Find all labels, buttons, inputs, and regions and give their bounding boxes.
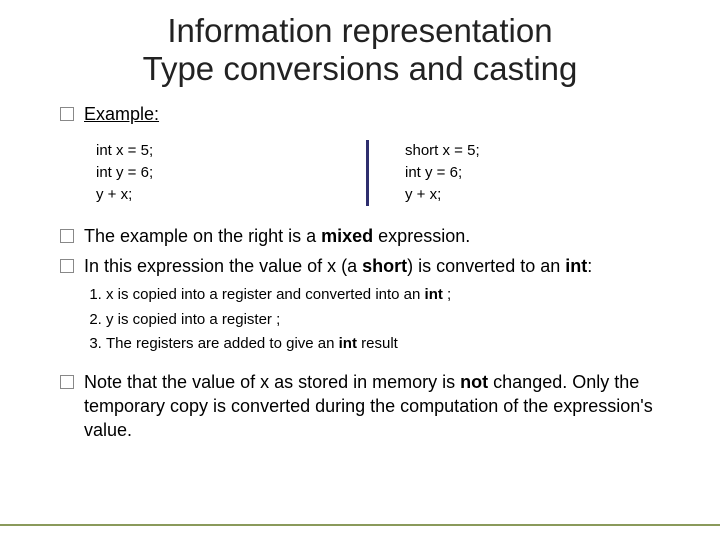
bold-int: int [565,256,587,276]
bullet-box-icon [60,259,74,273]
bullet-box-icon [60,229,74,243]
text: ; [443,286,451,303]
code-columns: int x = 5; int y = 6; y + x; short x = 5… [60,140,690,205]
mixed-expression-text: The example on the right is a mixed expr… [84,224,690,248]
step-3: The registers are added to give an int r… [106,333,690,356]
text: ) is converted to an [407,256,565,276]
bullet-mixed: The example on the right is a mixed expr… [60,224,690,248]
steps-list: x is copied into a register and converte… [60,284,690,356]
step-1: x is copied into a register and converte… [106,284,690,307]
slide: Information representation Type conversi… [0,0,720,540]
converted-text: In this expression the value of x (a sho… [84,254,690,278]
text: x is copied into a register and converte… [106,286,425,303]
bold-short: short [362,256,407,276]
bullet-box-icon [60,375,74,389]
code-right-line-2: int y = 6; [405,162,665,184]
code-right-line-3: y + x; [405,184,665,206]
bullet-converted: In this expression the value of x (a sho… [60,254,690,278]
title-line-2: Type conversions and casting [143,50,578,87]
bullet-note: Note that the value of x as stored in me… [60,370,690,443]
code-left-line-2: int y = 6; [96,162,366,184]
bullet-box-icon [60,107,74,121]
text: The example on the right is a [84,226,321,246]
bold-not: not [460,372,488,392]
slide-title: Information representation Type conversi… [0,12,720,88]
code-right: short x = 5; int y = 6; y + x; [366,140,665,205]
bottom-divider [0,524,720,540]
bold-mixed: mixed [321,226,373,246]
code-left-line-3: y + x; [96,184,366,206]
code-left: int x = 5; int y = 6; y + x; [86,140,366,205]
text: expression. [373,226,470,246]
code-left-line-1: int x = 5; [96,140,366,162]
bold-int: int [339,335,357,352]
text: In this expression the value of x (a [84,256,362,276]
note-text: Note that the value of x as stored in me… [84,370,690,443]
text: : [587,256,592,276]
text: The registers are added to give an [106,335,339,352]
text: Note that the value of x as stored in me… [84,372,460,392]
title-line-1: Information representation [167,12,552,49]
text: result [357,335,398,352]
bold-int: int [425,286,443,303]
slide-body: Example: int x = 5; int y = 6; y + x; sh… [60,102,690,449]
example-label: Example: [84,102,690,126]
code-right-line-1: short x = 5; [405,140,665,162]
bullet-example: Example: [60,102,690,126]
step-2: y is copied into a register ; [106,309,690,332]
